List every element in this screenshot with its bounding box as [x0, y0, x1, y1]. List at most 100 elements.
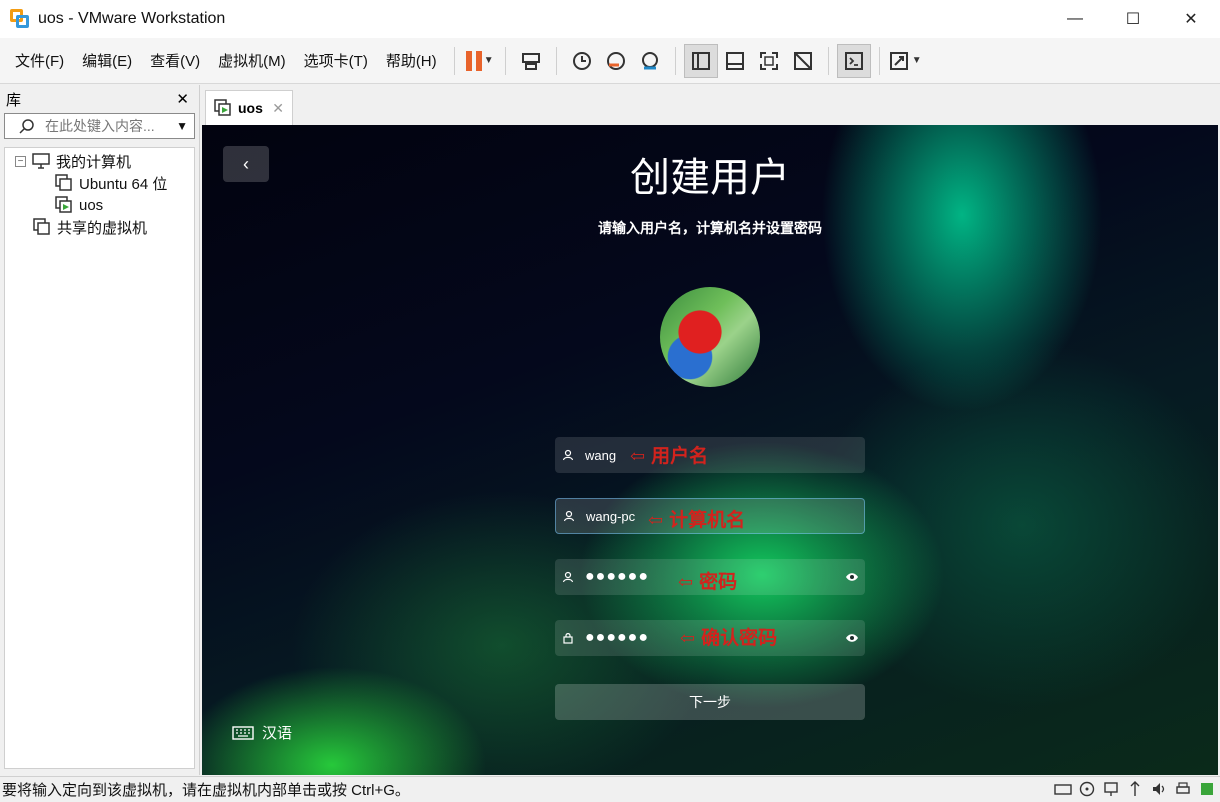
annotation-password: ⇦ 密码: [678, 567, 737, 594]
full-screen-button[interactable]: [752, 44, 786, 78]
language-label: 汉语: [262, 725, 293, 742]
terminal-icon: [844, 51, 863, 70]
running-vm-icon: [214, 99, 232, 116]
annotation-confirm-password: ⇦ 确认密码: [680, 623, 777, 650]
tab-bar: uos ✕: [202, 85, 1220, 125]
annotation-text: 计算机名: [669, 509, 746, 531]
running-vm-icon: [55, 196, 73, 213]
cd-rom-icon[interactable]: [1078, 780, 1096, 798]
annotation-text: 确认密码: [701, 627, 778, 649]
menu-vm[interactable]: 虚拟机(M): [209, 50, 295, 71]
tree-item-my-computer[interactable]: − 我的计算机: [5, 150, 194, 172]
keyboard-send-icon: [521, 52, 540, 70]
tree-label: 我的计算机: [56, 153, 132, 171]
vm-console[interactable]: ‹ 创建用户 请输入用户名，计算机名并设置密码 wang ⇦ 用户名 wang-p…: [202, 125, 1218, 775]
thumbnail-bar-button[interactable]: [718, 44, 752, 78]
toolbar-separator: [674, 46, 676, 75]
close-library-button[interactable]: ✕: [176, 90, 189, 108]
toolbar-separator: [555, 46, 557, 75]
username-field[interactable]: wang: [555, 437, 865, 473]
hard-disk-icon[interactable]: [1054, 780, 1072, 798]
snapshot-manager-icon: [641, 51, 658, 69]
usb-icon[interactable]: [1126, 780, 1144, 798]
user-icon: [562, 509, 576, 523]
snapshot-button[interactable]: [565, 44, 599, 78]
toolbar-separator: [878, 46, 880, 75]
keyboard-icon: [232, 725, 254, 740]
pause-icon: [465, 50, 482, 71]
title-bar: uos - VMware Workstation — ☐ ✕: [0, 0, 1220, 38]
status-message: 要将输入定向到该虚拟机，请在虚拟机内部单击或按 Ctrl+G。: [2, 782, 410, 799]
snapshot-clock-icon: [572, 51, 591, 70]
vm-icon: [55, 174, 73, 191]
annotation-arrow: ⇦: [678, 572, 694, 593]
menu-tabs[interactable]: 选项卡(T): [295, 50, 377, 71]
tree-item-shared-vms[interactable]: 共享的虚拟机: [5, 216, 194, 238]
tree-label: Ubuntu 64 位: [79, 175, 168, 193]
console-view-button[interactable]: [836, 43, 871, 78]
show-library-button[interactable]: [683, 43, 718, 78]
annotation-username: ⇦ 用户名: [630, 441, 708, 468]
language-switcher[interactable]: 汉语: [232, 722, 292, 743]
annotation-text: 用户名: [651, 445, 709, 467]
revert-clock-icon: [606, 51, 625, 70]
user-avatar[interactable]: [660, 287, 760, 387]
menu-view[interactable]: 查看(V): [141, 50, 209, 71]
vmware-logo-icon: [10, 9, 30, 29]
snapshot-manager-button[interactable]: [633, 44, 667, 78]
network-adapter-icon[interactable]: [1102, 780, 1120, 798]
sound-icon[interactable]: [1150, 780, 1168, 798]
menu-help[interactable]: 帮助(H): [377, 50, 446, 71]
tree-label: 共享的虚拟机: [57, 219, 148, 237]
eye-icon[interactable]: [845, 631, 859, 645]
menu-edit[interactable]: 编辑(E): [73, 50, 141, 71]
library-title: 库: [6, 91, 22, 109]
library-panel-icon: [691, 51, 710, 70]
hostname-value: wang-pc: [586, 508, 636, 524]
unity-icon: [793, 51, 812, 70]
pause-vm-button[interactable]: ▼: [463, 44, 497, 78]
tree-item-ubuntu[interactable]: Ubuntu 64 位: [5, 172, 194, 194]
annotation-arrow: ⇦: [630, 446, 646, 467]
next-button[interactable]: 下一步: [555, 684, 865, 720]
close-window-button[interactable]: ✕: [1162, 0, 1220, 38]
thumbnail-bar-icon: [725, 51, 744, 70]
user-icon: [561, 448, 575, 462]
computer-icon: [32, 153, 50, 169]
revert-snapshot-button[interactable]: [599, 44, 633, 78]
menu-bar: 文件(F) 编辑(E) 查看(V) 虚拟机(M) 选项卡(T) 帮助(H) ▼ …: [0, 38, 1220, 84]
tab-uos[interactable]: uos ✕: [205, 90, 293, 125]
password-value: ●●●●●●: [585, 568, 649, 585]
toolbar-separator: [827, 46, 829, 75]
display-icon[interactable]: [1198, 780, 1216, 798]
search-icon: [19, 119, 34, 134]
collapse-toggle-icon[interactable]: −: [15, 155, 26, 167]
library-search-input[interactable]: 在此处键入内容... ▼: [4, 113, 195, 139]
menu-file[interactable]: 文件(F): [6, 50, 73, 71]
shared-vm-icon: [33, 218, 51, 235]
send-ctrl-alt-del-button[interactable]: [514, 44, 548, 78]
stretch-icon: [889, 51, 908, 70]
search-placeholder: 在此处键入内容...: [45, 118, 155, 134]
minimize-button[interactable]: —: [1046, 0, 1104, 38]
tree-label: uos: [79, 196, 104, 214]
chevron-down-icon: ▼: [911, 55, 922, 66]
stretch-guest-button[interactable]: ▼: [888, 44, 922, 78]
annotation-arrow: ⇦: [680, 628, 696, 649]
fullscreen-icon: [759, 51, 778, 70]
printer-icon[interactable]: [1174, 780, 1192, 798]
lock-icon: [561, 631, 575, 645]
page-subtitle: 请输入用户名，计算机名并设置密码: [598, 220, 822, 236]
close-tab-button[interactable]: ✕: [272, 100, 284, 117]
library-tree: − 我的计算机 Ubuntu 64 位 uos 共享的虚拟机: [4, 147, 195, 769]
chevron-down-icon[interactable]: ▼: [176, 119, 188, 133]
confirm-password-value: ●●●●●●: [585, 629, 649, 646]
library-panel: 库 ✕ 在此处键入内容... ▼ − 我的计算机 Ubuntu 64 位 uos…: [0, 85, 200, 775]
status-bar: 要将输入定向到该虚拟机，请在虚拟机内部单击或按 Ctrl+G。: [0, 776, 1220, 802]
maximize-button[interactable]: ☐: [1104, 0, 1162, 38]
tree-item-uos[interactable]: uos: [5, 194, 194, 216]
annotation-text: 密码: [699, 571, 738, 593]
eye-icon[interactable]: [845, 570, 859, 584]
annotation-hostname: ⇦ 计算机名: [648, 505, 745, 532]
unity-button[interactable]: [786, 44, 820, 78]
